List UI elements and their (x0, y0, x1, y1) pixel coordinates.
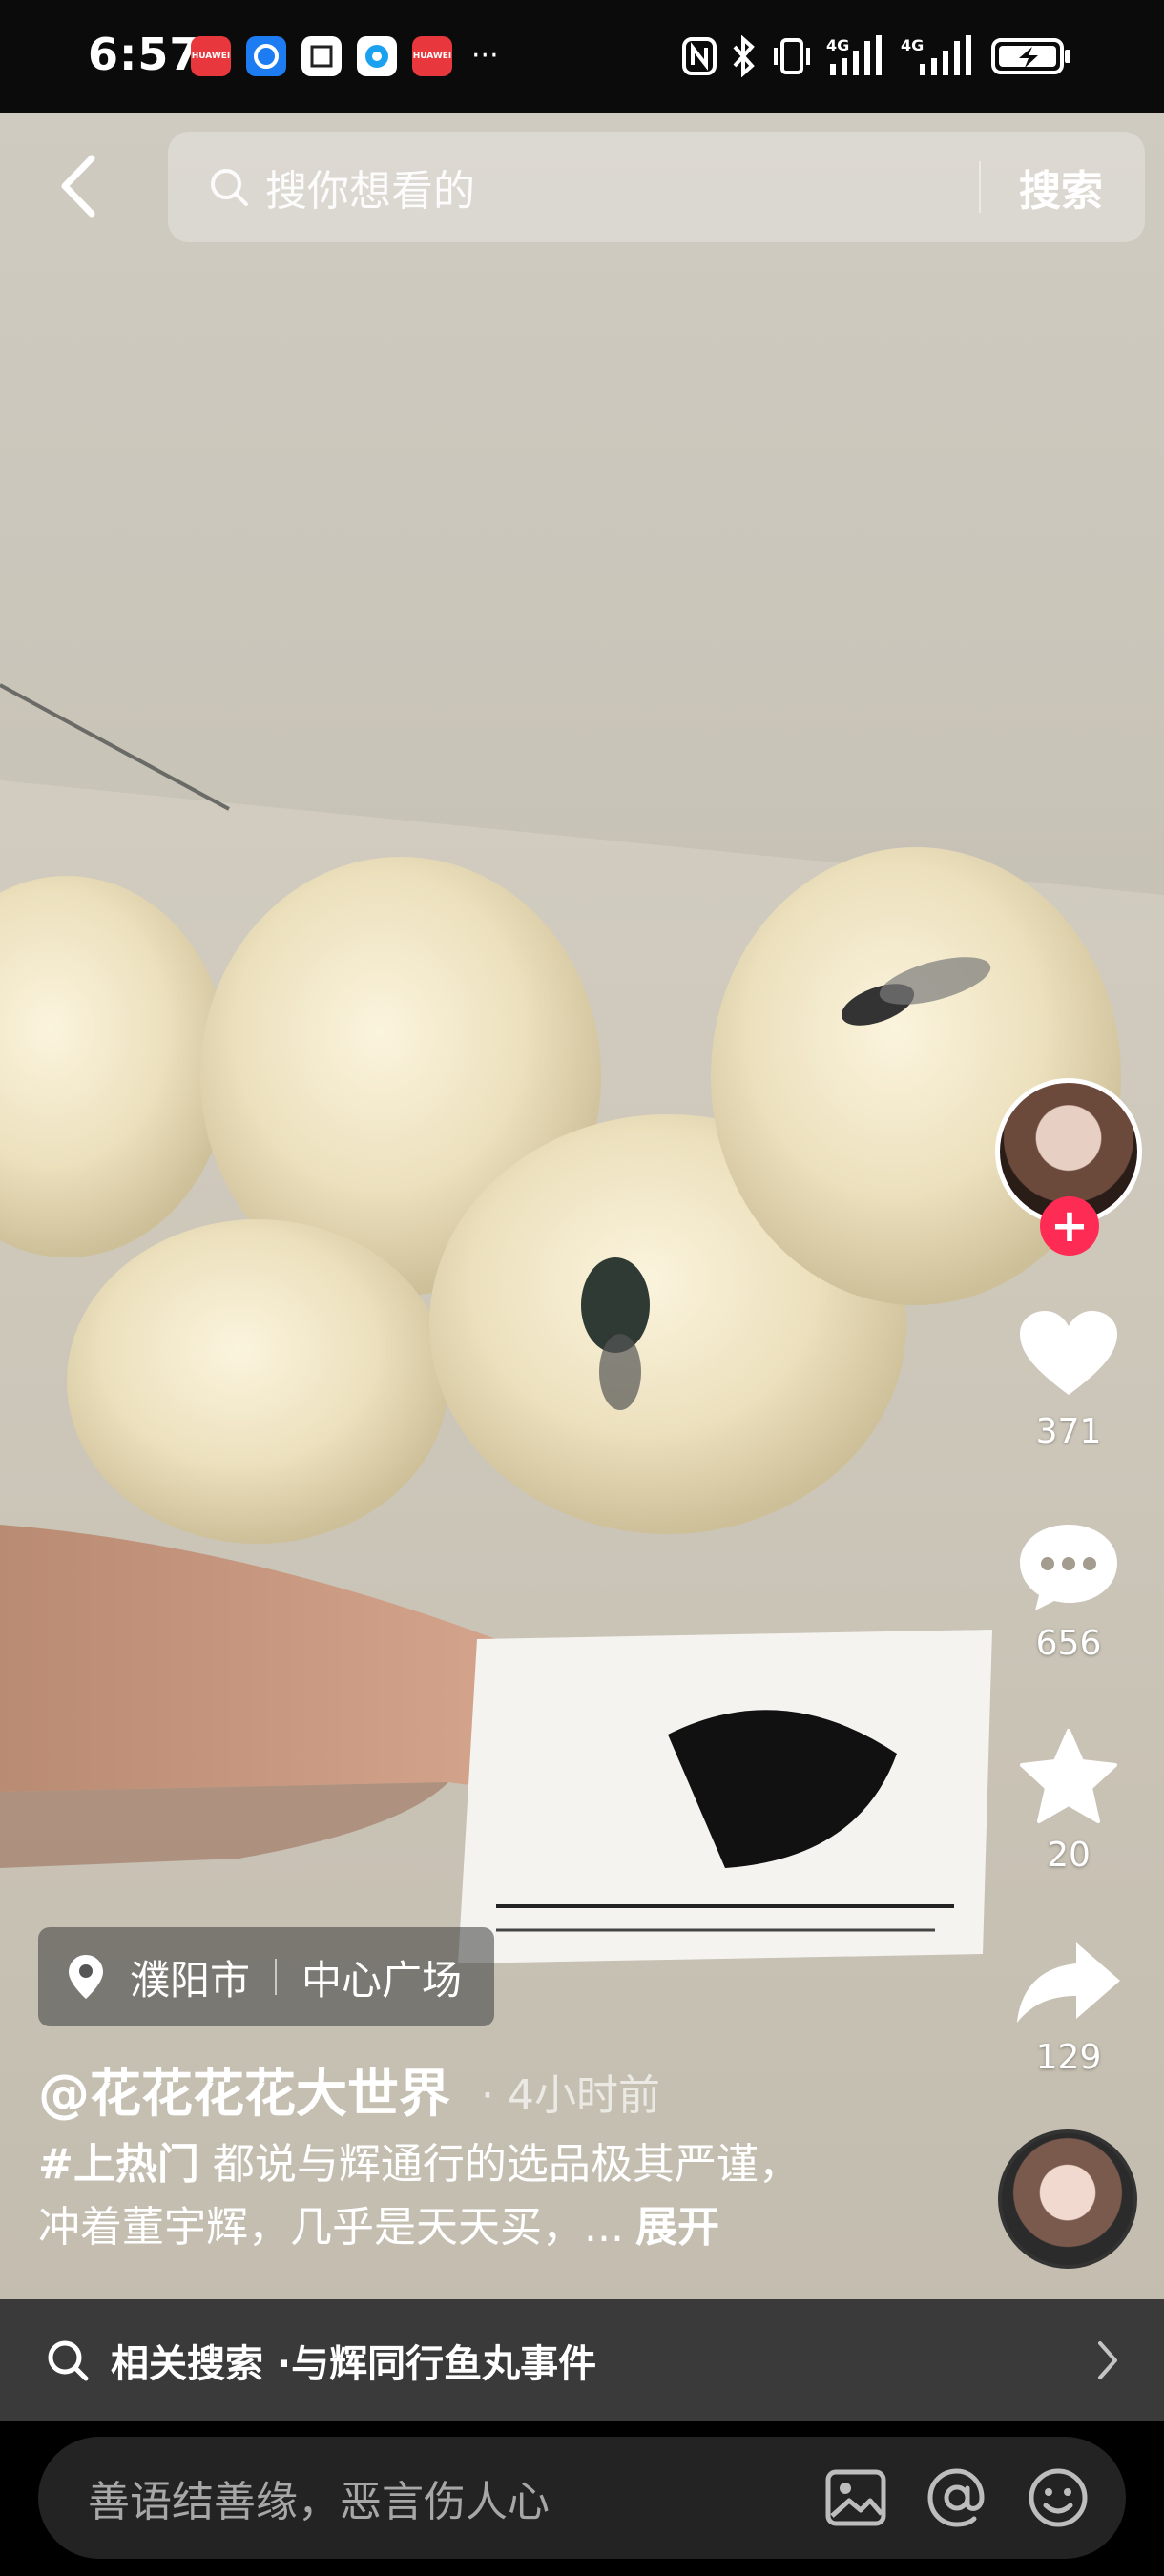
mention-button[interactable] (924, 2464, 990, 2531)
location-pin-icon (67, 1954, 105, 2000)
comment-placeholder: 善语结善缘，恶言伤人心 (88, 2478, 550, 2526)
svg-text:4G: 4G (826, 36, 849, 54)
bluetooth-icon (731, 34, 758, 78)
comment-count: 656 (1035, 1624, 1102, 1663)
caption-line-2: 冲着董宇辉，几乎是天天买，... (38, 2203, 624, 2252)
chevron-right-icon (1098, 2341, 1117, 2379)
svg-text:4G: 4G (901, 36, 924, 54)
like-button[interactable]: 371 (992, 1307, 1145, 1451)
caption-line-1: 都说与辉通行的选品极其严谨， (198, 2140, 800, 2189)
notification-icons: HUAWEI HUAWEI ··· (191, 36, 499, 76)
more-notifications: ··· (471, 39, 499, 73)
comment-button[interactable]: 656 (992, 1519, 1145, 1663)
news-app-icon (301, 36, 342, 76)
signal-4g-2-icon: 4G (901, 34, 977, 78)
signal-4g-1-icon: 4G (826, 34, 887, 78)
emoji-button[interactable] (1025, 2464, 1091, 2531)
favorite-count: 20 (1047, 1836, 1091, 1875)
favorite-button[interactable]: 20 (992, 1727, 1145, 1875)
system-icons: 4G 4G (681, 34, 1072, 78)
huawei-app-icon: HUAWEI (191, 36, 231, 76)
caption: #上热门 都说与辉通行的选品极其严谨， 冲着董宇辉，几乎是天天买，... 展开 (38, 2133, 897, 2259)
image-icon (825, 2469, 886, 2526)
expand-button[interactable]: 展开 (635, 2203, 719, 2252)
vibrate-icon (771, 34, 813, 78)
share-icon (1017, 1942, 1120, 2023)
image-button[interactable] (822, 2464, 889, 2531)
comment-bar: 善语结善缘，恶言伤人心 (0, 2421, 1164, 2576)
search-bar[interactable]: 搜你想看的 搜索 (168, 132, 1145, 242)
hashtag-link[interactable]: #上热门 (38, 2140, 199, 2189)
status-bar: 6:57 HUAWEI HUAWEI ··· 4G 4G (0, 0, 1164, 113)
search-button[interactable]: 搜索 (1019, 156, 1103, 218)
search-divider (979, 161, 981, 213)
battery-charging-icon (990, 34, 1072, 78)
comment-icon (1020, 1525, 1117, 1610)
related-search-term[interactable]: 与辉同行鱼丸事件 (291, 2333, 596, 2388)
nfc-icon (681, 34, 717, 78)
comment-input[interactable]: 善语结善缘，恶言伤人心 (38, 2437, 1126, 2559)
back-icon (61, 155, 95, 218)
related-search-label: 相关搜索 · (111, 2342, 292, 2386)
like-count: 371 (1035, 1412, 1102, 1451)
star-icon (1020, 1729, 1117, 1823)
location-city: 濮阳市 (130, 1956, 251, 2004)
browser-app-icon (357, 36, 397, 76)
location-place: 中心广场 (301, 1956, 463, 2004)
back-button[interactable] (50, 143, 107, 229)
share-count: 129 (1035, 2038, 1102, 2077)
author-name[interactable]: @花花花花大世界 (38, 2051, 450, 2127)
related-search-bar[interactable]: 相关搜索 · 与辉同行鱼丸事件 (0, 2299, 1164, 2421)
location-divider (275, 1959, 278, 1995)
app-notification-icon (246, 36, 286, 76)
emoji-icon (1029, 2468, 1088, 2527)
huawei-app-icon: HUAWEI (412, 36, 452, 76)
search-icon (208, 166, 250, 208)
location-chip[interactable]: 濮阳市 中心广场 (38, 1927, 495, 2026)
heart-icon (1020, 1311, 1117, 1395)
search-icon (46, 2338, 90, 2382)
status-time: 6:57 (88, 29, 201, 80)
at-icon (927, 2468, 985, 2527)
follow-button[interactable]: + (1040, 1196, 1099, 1256)
post-time: · 4小时前 (481, 2071, 660, 2120)
share-button[interactable]: 129 (992, 1937, 1145, 2077)
search-input[interactable]: 搜你想看的 (265, 156, 979, 218)
music-disc[interactable] (998, 2129, 1137, 2269)
